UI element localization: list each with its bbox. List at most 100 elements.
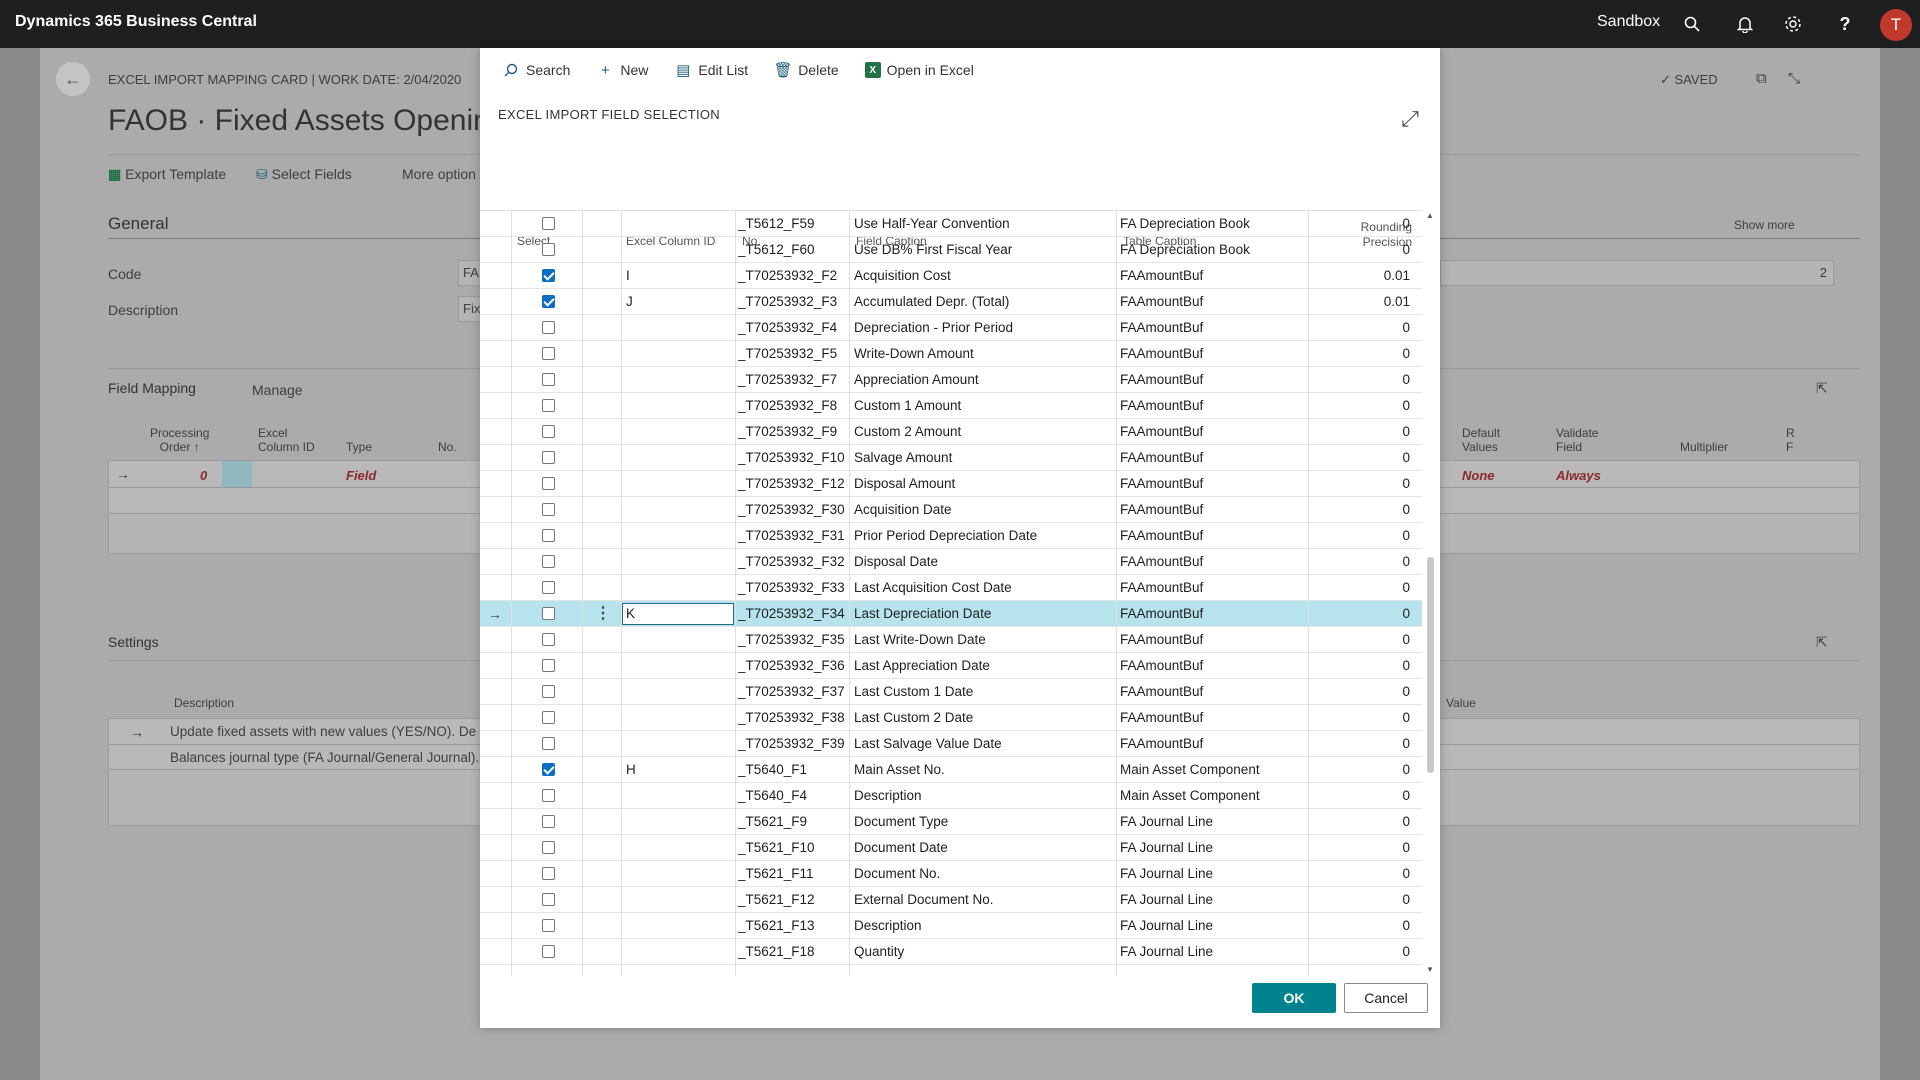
select-checkbox[interactable] xyxy=(542,893,555,906)
table-caption-cell[interactable]: FAAmountBuf xyxy=(1120,653,1306,679)
field-no-cell[interactable]: _T70253932_F38 xyxy=(738,705,848,731)
field-caption-cell[interactable]: Accumulated Depr. (Total) xyxy=(854,289,1114,315)
select-checkbox[interactable] xyxy=(542,685,555,698)
excel-column-id-cell[interactable] xyxy=(626,835,731,861)
field-caption-cell[interactable]: Description xyxy=(854,783,1114,809)
select-checkbox[interactable] xyxy=(542,269,555,282)
excel-column-id-cell[interactable] xyxy=(626,237,731,263)
rounding-precision-cell[interactable]: 0 xyxy=(1312,835,1410,861)
table-caption-cell[interactable]: FA Journal Line xyxy=(1120,861,1306,887)
share-icon[interactable]: ⇱ xyxy=(1816,380,1828,397)
table-caption-cell[interactable]: FAAmountBuf xyxy=(1120,289,1306,315)
field-no-cell[interactable]: _T70253932_F10 xyxy=(738,445,848,471)
select-checkbox[interactable] xyxy=(542,763,555,776)
bell-icon[interactable] xyxy=(1733,12,1757,36)
field-no-cell[interactable]: _T70253932_F36 xyxy=(738,653,848,679)
field-caption-cell[interactable]: Custom 1 Amount xyxy=(854,393,1114,419)
rounding-precision-cell[interactable]: 0 xyxy=(1312,679,1410,705)
field-caption-cell[interactable]: Document No. xyxy=(854,861,1114,887)
new-action[interactable]: + New xyxy=(596,61,648,79)
export-template-action[interactable]: ▦ Export Template xyxy=(108,166,226,183)
rounding-precision-cell[interactable]: 0 xyxy=(1312,887,1410,913)
excel-column-id-cell[interactable] xyxy=(626,367,731,393)
table-caption-cell[interactable]: FAAmountBuf xyxy=(1120,731,1306,757)
rounding-precision-cell[interactable]: 0 xyxy=(1312,627,1410,653)
mapping-type-value[interactable]: Field xyxy=(346,468,376,483)
field-no-cell[interactable]: _T70253932_F37 xyxy=(738,679,848,705)
field-caption-cell[interactable]: Document Date xyxy=(854,835,1114,861)
excel-column-id-cell[interactable] xyxy=(626,549,731,575)
rounding-precision-cell[interactable]: 0 xyxy=(1312,497,1410,523)
right-numeric-field[interactable]: 2 xyxy=(1440,260,1834,286)
table-caption-cell[interactable]: FAAmountBuf xyxy=(1120,263,1306,289)
open-in-excel-action[interactable]: X Open in Excel xyxy=(864,62,974,78)
excel-column-id-cell[interactable] xyxy=(626,523,731,549)
select-checkbox[interactable] xyxy=(542,451,555,464)
table-caption-cell[interactable]: FAAmountBuf xyxy=(1120,575,1306,601)
select-checkbox[interactable] xyxy=(542,737,555,750)
field-caption-cell[interactable]: Last Acquisition Cost Date xyxy=(854,575,1114,601)
select-checkbox[interactable] xyxy=(542,243,555,256)
field-no-cell[interactable]: _T70253932_F2 xyxy=(738,263,848,289)
select-checkbox[interactable] xyxy=(542,321,555,334)
select-checkbox[interactable] xyxy=(542,815,555,828)
table-caption-cell[interactable]: FAAmountBuf xyxy=(1120,445,1306,471)
field-caption-cell[interactable]: Description xyxy=(854,913,1114,939)
select-checkbox[interactable] xyxy=(542,477,555,490)
field-caption-cell[interactable]: Main Asset No. xyxy=(854,757,1114,783)
table-caption-cell[interactable]: FAAmountBuf xyxy=(1120,627,1306,653)
rounding-precision-cell[interactable]: 0 xyxy=(1312,471,1410,497)
rounding-precision-cell[interactable]: 0 xyxy=(1312,445,1410,471)
excel-column-id-cell[interactable] xyxy=(626,783,731,809)
rounding-precision-cell[interactable]: 0 xyxy=(1312,653,1410,679)
field-no-cell[interactable]: _T5640_F1 xyxy=(738,757,848,783)
field-caption-cell[interactable]: External Document No. xyxy=(854,887,1114,913)
select-checkbox[interactable] xyxy=(542,945,555,958)
back-arrow-icon[interactable]: ← xyxy=(56,62,90,96)
select-checkbox[interactable] xyxy=(542,425,555,438)
excel-column-id-cell[interactable]: H xyxy=(626,757,731,783)
select-checkbox[interactable] xyxy=(542,607,555,620)
scrollbar-thumb[interactable] xyxy=(1427,557,1434,773)
table-caption-cell[interactable]: Main Asset Component xyxy=(1120,757,1306,783)
row-arrow-icon[interactable]: → xyxy=(116,466,130,482)
rounding-precision-cell[interactable]: 0 xyxy=(1312,315,1410,341)
field-no-cell[interactable]: _T70253932_F8 xyxy=(738,393,848,419)
rounding-precision-cell[interactable]: 0 xyxy=(1312,757,1410,783)
row-arrow-icon[interactable]: → xyxy=(488,601,508,627)
field-caption-cell[interactable]: Depreciation - Prior Period xyxy=(854,315,1114,341)
delete-action[interactable]: 🗑 Delete xyxy=(774,61,839,79)
select-checkbox[interactable] xyxy=(542,711,555,724)
table-caption-cell[interactable]: FAAmountBuf xyxy=(1120,601,1306,627)
field-caption-cell[interactable]: Last Depreciation Date xyxy=(854,601,1114,627)
field-no-cell[interactable]: _T5621_F10 xyxy=(738,835,848,861)
app-title[interactable]: Dynamics 365 Business Central xyxy=(15,13,257,31)
table-caption-cell[interactable]: FA Depreciation Book xyxy=(1120,211,1306,237)
field-no-cell[interactable]: _T70253932_F4 xyxy=(738,315,848,341)
rounding-precision-cell[interactable]: 0 xyxy=(1312,913,1410,939)
field-caption-cell[interactable]: Last Salvage Value Date xyxy=(854,731,1114,757)
share-icon[interactable]: ⇱ xyxy=(1816,634,1828,651)
more-options-action[interactable]: More option xyxy=(402,166,476,182)
settings-heading[interactable]: Settings xyxy=(108,634,159,650)
table-caption-cell[interactable]: FAAmountBuf xyxy=(1120,497,1306,523)
excel-column-id-cell[interactable] xyxy=(626,939,731,965)
excel-column-id-cell[interactable] xyxy=(626,679,731,705)
table-caption-cell[interactable]: FAAmountBuf xyxy=(1120,523,1306,549)
environment-name[interactable]: Sandbox xyxy=(1597,13,1660,31)
show-more-link[interactable]: Show more xyxy=(1734,218,1795,232)
select-checkbox[interactable] xyxy=(542,841,555,854)
select-checkbox[interactable] xyxy=(542,217,555,230)
field-caption-cell[interactable]: Acquisition Date xyxy=(854,497,1114,523)
excel-column-id-cell[interactable] xyxy=(626,705,731,731)
select-checkbox[interactable] xyxy=(542,555,555,568)
col-default-values[interactable]: Default Values xyxy=(1462,426,1500,454)
select-checkbox[interactable] xyxy=(542,295,555,308)
field-no-cell[interactable]: _T5621_F13 xyxy=(738,913,848,939)
rounding-precision-cell[interactable]: 0 xyxy=(1312,809,1410,835)
row-menu-icon[interactable]: ⋮ xyxy=(595,601,611,627)
field-mapping-heading[interactable]: Field Mapping xyxy=(108,380,196,396)
edit-list-action[interactable]: ▤ Edit List xyxy=(674,61,748,79)
select-checkbox[interactable] xyxy=(542,581,555,594)
manage-tab[interactable]: Manage xyxy=(252,382,303,398)
